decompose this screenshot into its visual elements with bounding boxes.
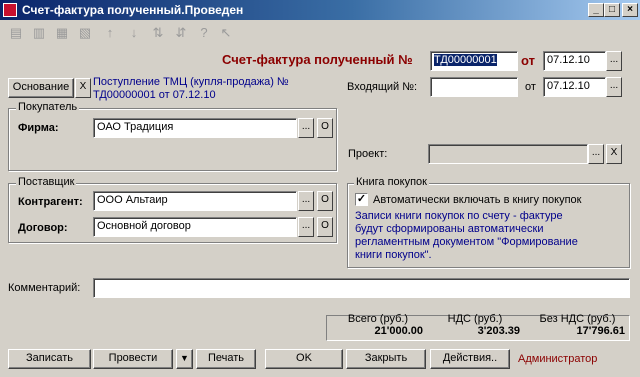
ok-button[interactable]: OK — [265, 349, 343, 369]
from-label: от — [521, 53, 535, 68]
window-title: Счет-фактура полученный.Проведен — [22, 3, 244, 17]
total-label: Всего (руб.) — [347, 313, 409, 325]
user-label: Администратор — [518, 353, 598, 365]
incoming-number-field[interactable] — [430, 77, 518, 97]
incoming-date-picker-button[interactable]: ... — [606, 77, 622, 97]
firm-field[interactable]: ОАО Традиция — [93, 118, 297, 138]
purchase-book-legend: Книга покупок — [354, 176, 429, 188]
sort-desc-icon[interactable]: ⇵ — [171, 24, 191, 42]
purchase-book-note: Записи книги покупок по счету - фактуре … — [355, 210, 578, 261]
basis-document-link[interactable]: Поступление ТМЦ (купля-продажа) № ТД0000… — [93, 76, 325, 102]
incoming-date-field[interactable]: 07.12.10 — [543, 77, 606, 97]
project-select-button[interactable]: ... — [588, 144, 604, 164]
toolbar — [0, 20, 640, 46]
contract-field[interactable]: Основной договор — [93, 217, 297, 237]
doc-number-value: ТД00000001 — [434, 54, 497, 66]
post-button[interactable]: Провести — [93, 349, 173, 369]
auto-include-checkbox[interactable]: ✓ — [355, 193, 368, 206]
basis-clear-button[interactable]: X — [75, 78, 91, 98]
novat-label: Без НДС (руб.) — [539, 313, 616, 325]
project-field[interactable] — [428, 144, 588, 164]
firm-open-button[interactable]: О — [317, 118, 333, 138]
doc-date-picker-button[interactable]: ... — [606, 51, 622, 71]
contract-select-button[interactable]: ... — [298, 217, 314, 237]
novat-value: 17'796.61 — [576, 325, 626, 337]
total-value: 21'000.00 — [374, 325, 424, 337]
move-up-icon[interactable]: ↑ — [100, 24, 120, 42]
project-label: Проект: — [348, 148, 388, 160]
contractor-label: Контрагент: — [18, 196, 83, 208]
pointer-help-icon[interactable]: ↖ — [216, 24, 236, 42]
delete-row-icon[interactable]: ▧ — [75, 24, 95, 42]
buyer-legend: Покупатель — [16, 101, 80, 113]
actions-button[interactable]: Действия.. — [430, 349, 510, 369]
firm-select-button[interactable]: ... — [298, 118, 314, 138]
close-button[interactable]: Закрыть — [346, 349, 426, 369]
contract-label: Договор: — [18, 222, 68, 234]
contract-open-button[interactable]: О — [317, 217, 333, 237]
doc-title: Счет-фактура полученный № — [222, 52, 413, 67]
doc-number-field[interactable]: ТД00000001 — [430, 51, 518, 71]
firm-label: Фирма: — [18, 122, 59, 134]
basis-button[interactable]: Основание — [8, 78, 74, 98]
comment-field[interactable] — [93, 278, 630, 298]
sort-asc-icon[interactable]: ⇅ — [148, 24, 168, 42]
contractor-select-button[interactable]: ... — [298, 191, 314, 211]
doc-date-field[interactable]: 07.12.10 — [543, 51, 606, 71]
save-button[interactable]: Записать — [8, 349, 91, 369]
incoming-from-label: от — [525, 81, 536, 93]
print-button[interactable]: Печать — [196, 349, 256, 369]
move-down-icon[interactable]: ↓ — [124, 24, 144, 42]
post-menu-button[interactable]: ▼ — [176, 349, 193, 369]
close-window-button[interactable]: × — [622, 3, 638, 17]
maximize-button[interactable]: □ — [604, 3, 620, 17]
edit-row-icon[interactable]: ▦ — [52, 24, 72, 42]
comment-label: Комментарий: — [8, 282, 81, 294]
app-icon — [3, 3, 17, 17]
project-clear-button[interactable]: X — [606, 144, 622, 164]
vat-label: НДС (руб.) — [447, 313, 503, 325]
auto-include-label: Автоматически включать в книгу покупок — [373, 194, 582, 206]
contractor-open-button[interactable]: О — [317, 191, 333, 211]
supplier-legend: Поставщик — [16, 176, 77, 188]
copy-row-icon[interactable]: ▥ — [29, 24, 49, 42]
vat-value: 3'203.39 — [477, 325, 520, 337]
contractor-field[interactable]: ООО Альтаир — [93, 191, 297, 211]
help-icon[interactable]: ? — [194, 24, 214, 42]
add-row-icon[interactable]: ▤ — [6, 24, 26, 42]
incoming-number-label: Входящий №: — [347, 81, 418, 93]
minimize-button[interactable]: _ — [588, 3, 604, 17]
